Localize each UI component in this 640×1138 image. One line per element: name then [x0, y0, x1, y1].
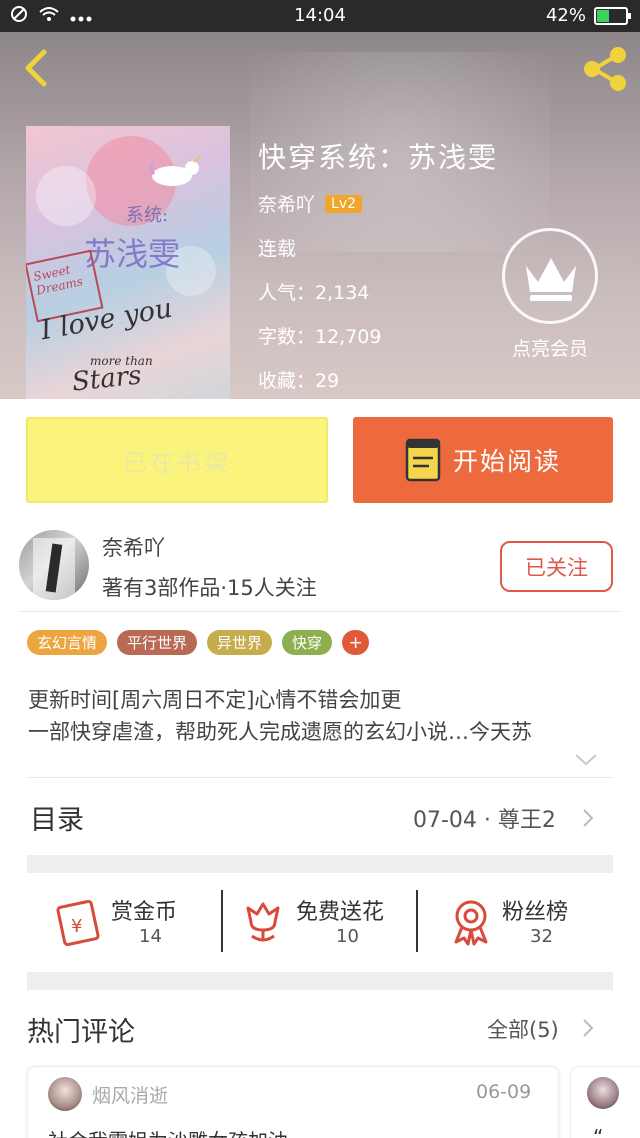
divider [416, 890, 418, 952]
tag-chip[interactable]: 玄幻言情 [27, 630, 108, 655]
comment-text: 社会我雯姐为沙雕女孩加油 [48, 1125, 288, 1138]
tag-chip[interactable]: 异世界 [207, 630, 273, 655]
follow-button[interactable]: 已关注 [500, 541, 613, 592]
author-stats: 著有3部作品·15人关注 [102, 576, 317, 600]
commenter-avatar[interactable] [587, 1077, 619, 1109]
level-badge: Lv2 [325, 194, 363, 213]
expand-description-button[interactable] [574, 752, 598, 766]
book-word-count: 字数：12,709 [258, 326, 382, 348]
reward-coins-label: 赏金币 [111, 900, 178, 925]
fan-ranking-count: 32 [530, 926, 553, 947]
svg-text:¥: ¥ [71, 916, 82, 937]
genre-tags: 玄幻言情 平行世界 异世界 快穿 + [27, 630, 370, 655]
flower-icon [246, 902, 280, 942]
start-reading-label: 开始阅读 [452, 447, 561, 476]
hot-comments-title: 热门评论 [27, 1017, 135, 1048]
cover-text-2: 苏浅雯 [84, 235, 181, 273]
description-line-1: 更新时间[周六周日不定]心情不错会加更 [28, 688, 402, 712]
all-comments-link[interactable]: 全部(5) [487, 1014, 559, 1044]
back-button[interactable] [18, 46, 58, 90]
reward-coins-button[interactable]: ¥ 赏金币 14 [55, 890, 205, 954]
share-button[interactable] [580, 44, 630, 94]
start-reading-button[interactable]: 开始阅读 [353, 417, 613, 503]
add-tag-button[interactable]: + [342, 630, 370, 655]
tag-chip[interactable]: 快穿 [282, 630, 333, 655]
vip-label: 点亮会员 [511, 338, 588, 360]
divider [221, 890, 223, 952]
author-name[interactable]: 奈希吖 [102, 532, 165, 562]
book-icon [405, 438, 441, 482]
toc-label: 目录 [30, 805, 84, 836]
status-bar: 14:04 42% [0, 0, 640, 32]
book-popularity: 人气：2,134 [258, 282, 370, 304]
send-flowers-count: 10 [336, 926, 359, 947]
in-bookshelf-button[interactable]: 已在书架 [26, 417, 328, 503]
red-envelope-icon: ¥ [56, 900, 100, 946]
fan-ranking-button[interactable]: 粉丝榜 32 [450, 890, 600, 954]
back-arrow-icon [25, 49, 47, 87]
reward-coins-count: 14 [139, 926, 162, 947]
fan-ranking-label: 粉丝榜 [502, 900, 569, 925]
comment-date: 06-09 [476, 1081, 532, 1103]
comment-card[interactable]: 烟风消逝 06-09 社会我雯姐为沙雕女孩加油 [27, 1066, 559, 1138]
commenter-avatar[interactable] [48, 1077, 82, 1111]
share-icon [584, 47, 626, 91]
commenter-name[interactable]: 烟风消逝 [92, 1081, 168, 1108]
chevron-right-icon [583, 1019, 594, 1037]
battery-icon [594, 6, 631, 25]
comment-text: “ [593, 1125, 604, 1138]
battery-percent: 42% [545, 5, 586, 26]
cover-text-1: 系统: [126, 205, 169, 226]
book-author[interactable]: 奈希吖 [258, 190, 315, 217]
book-title: 快穿系统：苏浅雯 [258, 141, 499, 174]
book-cover[interactable]: 系统: 苏浅雯 Sweet Dreams I love you more tha… [26, 126, 230, 399]
all-comments-label: 全部(5) [487, 1018, 559, 1042]
send-flowers-button[interactable]: 免费送花 10 [242, 890, 412, 954]
follow-label: 已关注 [525, 555, 588, 580]
medal-icon [454, 900, 488, 946]
comment-card[interactable]: “ [570, 1066, 640, 1138]
divider [19, 611, 621, 612]
tag-chip[interactable]: 平行世界 [117, 630, 198, 655]
section-spacer [27, 855, 613, 873]
book-status: 连载 [258, 238, 297, 260]
cover-text-5: Stars [70, 360, 143, 398]
status-time: 14:04 [294, 5, 346, 26]
crown-icon [526, 258, 576, 301]
latest-chapter: 07-04 · 尊王2 [413, 808, 556, 833]
book-header: 系统: 苏浅雯 Sweet Dreams I love you more tha… [0, 32, 640, 399]
chevron-right-icon [583, 809, 594, 827]
in-bookshelf-label: 已在书架 [123, 448, 231, 477]
divider [27, 777, 613, 778]
author-avatar[interactable] [19, 530, 89, 600]
send-flowers-label: 免费送花 [296, 900, 385, 925]
unicorn-icon [144, 155, 204, 194]
description-line-2: 一部快穿虐渣，帮助死人完成遗愿的玄幻小说…今天苏 [28, 720, 532, 744]
book-favorites: 收藏：29 [258, 370, 340, 392]
chevron-down-icon [575, 754, 597, 766]
vip-button[interactable] [500, 228, 600, 324]
section-spacer [27, 972, 613, 990]
